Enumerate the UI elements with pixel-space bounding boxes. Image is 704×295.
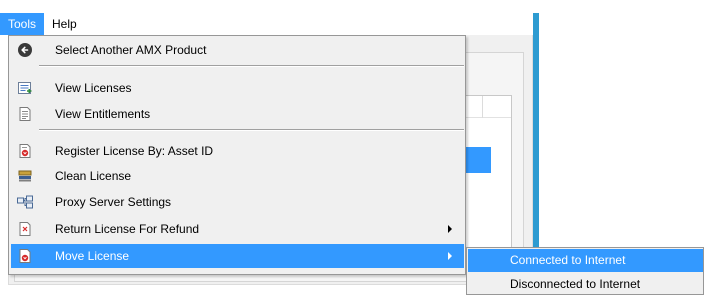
menu-item-label: View Licenses [55, 81, 132, 95]
refund-icon [17, 221, 33, 237]
clean-license-icon [17, 168, 33, 184]
menu-tools[interactable]: Tools [0, 13, 45, 35]
back-arrow-icon [17, 42, 33, 58]
move-license-icon [17, 248, 33, 264]
submenu-item-disconnected-to-internet[interactable]: Disconnected to Internet [468, 273, 703, 295]
menu-item-label: Return License For Refund [55, 222, 200, 236]
submenu-item-connected-to-internet[interactable]: Connected to Internet [468, 249, 703, 272]
submenu-arrow-icon [448, 225, 452, 233]
menu-item-label: Proxy Server Settings [55, 195, 172, 209]
register-license-icon [17, 143, 33, 159]
menu-item-register-license[interactable]: Register License By: Asset ID [11, 139, 464, 163]
menu-item-label: Clean License [55, 169, 132, 183]
menu-bar: Tools Help [0, 13, 533, 35]
submenu-item-label: Connected to Internet [510, 253, 626, 267]
menu-separator [39, 129, 464, 131]
menu-item-clean-license[interactable]: Clean License [11, 164, 464, 188]
network-icon [17, 194, 33, 210]
move-license-submenu: Connected to Internet Disconnected to In… [466, 247, 704, 295]
menu-help[interactable]: Help [44, 13, 85, 35]
document-icon [17, 106, 33, 122]
menu-item-label: Select Another AMX Product [55, 43, 207, 57]
menu-item-return-license-for-refund[interactable]: Return License For Refund [11, 217, 464, 241]
menu-item-label: View Entitlements [55, 107, 151, 121]
column-divider[interactable] [482, 96, 483, 118]
menu-item-proxy-server-settings[interactable]: Proxy Server Settings [11, 190, 464, 214]
menu-item-view-entitlements[interactable]: View Entitlements [11, 102, 464, 126]
menu-item-select-another-amx-product[interactable]: Select Another AMX Product [11, 38, 464, 62]
submenu-arrow-icon [448, 252, 452, 260]
menu-item-label: Move License [55, 249, 130, 263]
menu-item-view-licenses[interactable]: View Licenses [11, 76, 464, 100]
menu-item-move-license[interactable]: Move License [11, 244, 464, 268]
selected-row[interactable] [466, 147, 491, 173]
window-edge [533, 13, 539, 261]
menu-separator [39, 65, 464, 67]
menu-item-label: Register License By: Asset ID [55, 144, 214, 158]
submenu-item-label: Disconnected to Internet [510, 277, 641, 291]
license-list-icon [17, 80, 33, 96]
tools-menu: Select Another AMX Product View Licenses… [8, 35, 466, 275]
